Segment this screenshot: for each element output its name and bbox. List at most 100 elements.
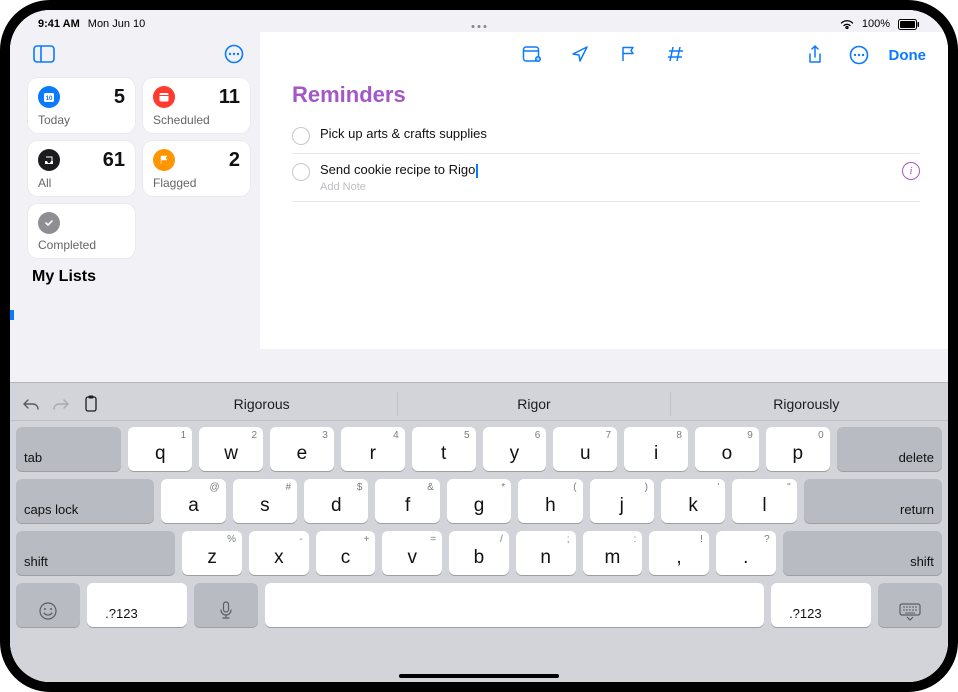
key-k[interactable]: 'k — [661, 479, 725, 523]
keyboard: Rigorous Rigor Rigorously tab 1q 2w 3e 4… — [10, 382, 948, 682]
undo-button[interactable] — [20, 393, 42, 415]
suggestion[interactable]: Rigor — [398, 392, 670, 416]
details-button[interactable] — [518, 40, 546, 68]
key-h[interactable]: (h — [518, 479, 582, 523]
calendar-today-icon: 10 — [38, 86, 60, 108]
key-d[interactable]: $d — [304, 479, 368, 523]
mylists-heading: My Lists — [32, 268, 246, 286]
key-f[interactable]: &f — [375, 479, 439, 523]
mic-key[interactable] — [194, 583, 258, 627]
status-bar: 9:41 AM Mon Jun 10 100% — [10, 10, 948, 32]
flagged-count: 2 — [229, 149, 240, 172]
multitasking-dots[interactable] — [472, 25, 487, 28]
share-button[interactable] — [801, 41, 829, 69]
svg-text:10: 10 — [46, 96, 53, 102]
key-c[interactable]: +c — [316, 531, 376, 575]
tab-key[interactable]: tab — [16, 427, 121, 471]
reminder-title[interactable]: Pick up arts & crafts supplies — [320, 126, 920, 141]
key-period[interactable]: ?. — [716, 531, 776, 575]
today-count: 5 — [114, 86, 125, 109]
key-p[interactable]: 0p — [766, 427, 830, 471]
key-j[interactable]: )j — [590, 479, 654, 523]
status-time: 9:41 AM — [38, 18, 80, 30]
key-w[interactable]: 2w — [199, 427, 263, 471]
emoji-key[interactable] — [16, 583, 80, 627]
shift-key-right[interactable]: shift — [783, 531, 942, 575]
sidebar-more-button[interactable] — [220, 40, 248, 68]
main-more-button[interactable] — [845, 41, 873, 69]
reminder-item[interactable]: Pick up arts & crafts supplies — [292, 118, 920, 154]
key-b[interactable]: /b — [449, 531, 509, 575]
capslock-key[interactable]: caps lock — [16, 479, 154, 523]
keyboard-row-4: .?123 .?123 — [16, 583, 942, 627]
wifi-icon — [840, 19, 854, 30]
calendar-icon — [153, 86, 175, 108]
keyboard-row-3: shift %z -x +c =v /b ;n :m !, ?. shift — [16, 531, 942, 575]
return-key[interactable]: return — [804, 479, 942, 523]
flag-icon — [153, 149, 175, 171]
key-a[interactable]: @a — [161, 479, 225, 523]
space-key[interactable] — [265, 583, 764, 627]
suggestion[interactable]: Rigorously — [671, 392, 942, 416]
location-button[interactable] — [566, 40, 594, 68]
done-button[interactable]: Done — [889, 47, 927, 64]
flagged-label: Flagged — [153, 176, 240, 190]
clipboard-button[interactable] — [80, 393, 102, 415]
key-r[interactable]: 4r — [341, 427, 405, 471]
scheduled-label: Scheduled — [153, 113, 240, 127]
tag-button[interactable] — [662, 40, 690, 68]
key-comma[interactable]: !, — [649, 531, 709, 575]
today-label: Today — [38, 113, 125, 127]
tray-icon — [38, 149, 60, 171]
smartcard-all[interactable]: 61 All — [28, 141, 135, 196]
status-date: Mon Jun 10 — [88, 18, 145, 30]
key-x[interactable]: -x — [249, 531, 309, 575]
smartcard-completed[interactable]: Completed — [28, 204, 135, 258]
key-s[interactable]: #s — [233, 479, 297, 523]
key-z[interactable]: %z — [182, 531, 242, 575]
reminder-checkbox[interactable] — [292, 163, 310, 181]
reminders-list: Pick up arts & crafts supplies Send cook… — [278, 118, 930, 202]
keyboard-row-2: caps lock @a #s $d &f *g (h )j 'k "l ret… — [16, 479, 942, 523]
key-q[interactable]: 1q — [128, 427, 192, 471]
scheduled-count: 11 — [219, 86, 240, 109]
key-n[interactable]: ;n — [516, 531, 576, 575]
info-button[interactable]: i — [902, 162, 920, 180]
smartcard-scheduled[interactable]: 11 Scheduled — [143, 78, 250, 133]
home-indicator[interactable] — [399, 674, 559, 678]
key-v[interactable]: =v — [382, 531, 442, 575]
all-label: All — [38, 176, 125, 190]
smartcard-today[interactable]: 10 5 Today — [28, 78, 135, 133]
smartcard-flagged[interactable]: 2 Flagged — [143, 141, 250, 196]
sidebar-toggle-button[interactable] — [30, 40, 58, 68]
shift-key-left[interactable]: shift — [16, 531, 175, 575]
numsym-key-left[interactable]: .?123 — [87, 583, 187, 627]
add-note-placeholder[interactable]: Add Note — [320, 181, 892, 193]
suggestion[interactable]: Rigorous — [126, 392, 398, 416]
battery-percent: 100% — [862, 18, 890, 30]
reminder-title[interactable]: Send cookie recipe to Rigo — [320, 162, 892, 178]
key-g[interactable]: *g — [447, 479, 511, 523]
key-t[interactable]: 5t — [412, 427, 476, 471]
reminder-checkbox[interactable] — [292, 127, 310, 145]
flag-button[interactable] — [614, 40, 642, 68]
redo-button[interactable] — [50, 393, 72, 415]
key-l[interactable]: "l — [732, 479, 796, 523]
delete-key[interactable]: delete — [837, 427, 942, 471]
key-m[interactable]: :m — [583, 531, 643, 575]
keyboard-row-1: tab 1q 2w 3e 4r 5t 6y 7u 8i 9o 0p delete — [16, 427, 942, 471]
key-i[interactable]: 8i — [624, 427, 688, 471]
dismiss-keyboard-key[interactable] — [878, 583, 942, 627]
main-pane: Done Reminders Pick up arts & crafts sup… — [260, 32, 948, 349]
reminder-item[interactable]: Send cookie recipe to Rigo Add Note i — [292, 154, 920, 202]
battery-icon — [898, 19, 920, 30]
all-count: 61 — [103, 149, 125, 172]
key-y[interactable]: 6y — [483, 427, 547, 471]
key-u[interactable]: 7u — [553, 427, 617, 471]
key-e[interactable]: 3e — [270, 427, 334, 471]
numsym-key-right[interactable]: .?123 — [771, 583, 871, 627]
keyboard-suggestion-row: Rigorous Rigor Rigorously — [10, 387, 948, 421]
key-o[interactable]: 9o — [695, 427, 759, 471]
sidebar: 10 5 Today 11 Scheduled — [10, 32, 260, 349]
completed-label: Completed — [38, 238, 125, 252]
